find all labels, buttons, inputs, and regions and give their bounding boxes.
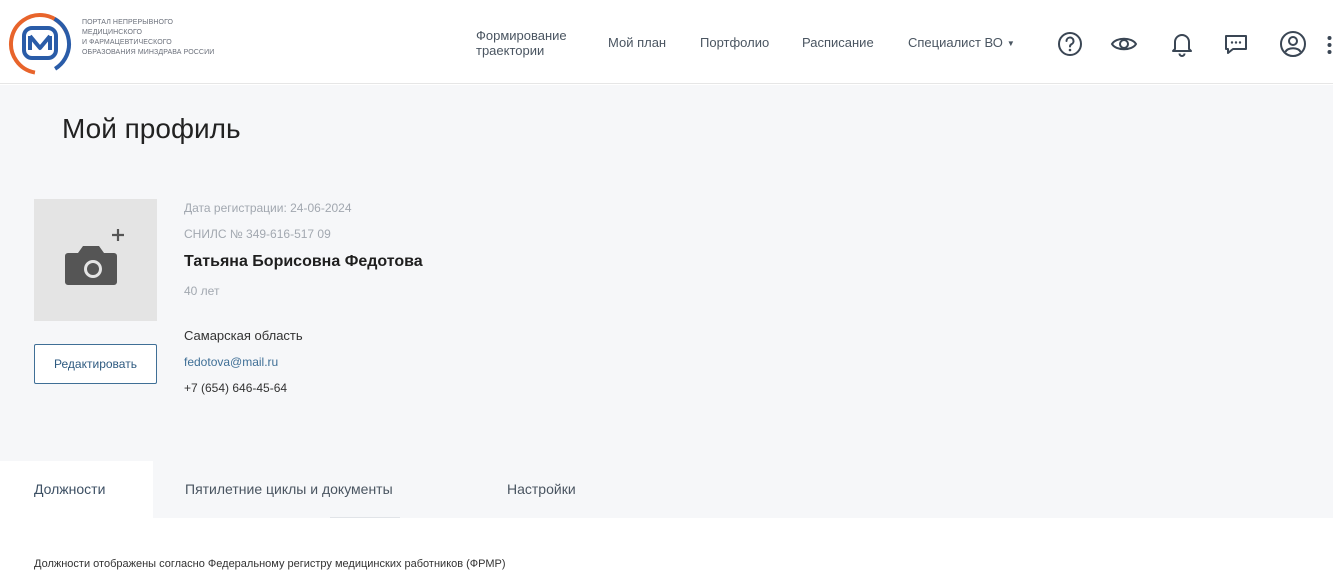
edit-profile-button[interactable]: Редактировать (34, 344, 157, 384)
user-icon[interactable] (1279, 30, 1307, 58)
nav-trajectory[interactable]: Формирование траектории (476, 28, 596, 58)
user-age: 40 лет (184, 284, 220, 298)
nav-portfolio[interactable]: Портфолио (700, 35, 769, 50)
user-region: Самарская область (184, 328, 303, 343)
profile-section: Мой профиль Редактировать Дата регистрац… (0, 85, 1333, 461)
user-email[interactable]: fedotova@mail.ru (184, 355, 278, 369)
logo-line: ОБРАЗОВАНИЯ МИНЗДРАВА РОССИИ (82, 49, 215, 56)
nav-schedule[interactable]: Расписание (802, 35, 874, 50)
caret-down-icon: ▼ (1006, 39, 1015, 49)
tab-divider (330, 517, 400, 518)
nav-my-plan[interactable]: Мой план (608, 35, 666, 50)
snils-number: СНИЛС № 349-616-517 09 (184, 227, 331, 241)
logo-caption: ПОРТАЛ НЕПРЕРЫВНОГО МЕДИЦИНСКОГО И ФАРМА… (82, 18, 214, 58)
user-full-name: Татьяна Борисовна Федотова (184, 253, 423, 270)
page-title: Мой профиль (62, 113, 241, 144)
tab-settings[interactable]: Настройки (507, 461, 576, 518)
profile-tabs: Должности Пятилетние циклы и документы Н… (0, 461, 1333, 518)
logo-line: И ФАРМАЦЕВТИЧЕСКОГО (82, 39, 172, 46)
top-header: ПОРТАЛ НЕПРЕРЫВНОГО МЕДИЦИНСКОГО И ФАРМА… (0, 0, 1333, 84)
user-phone: +7 (654) 646-45-64 (184, 381, 288, 395)
positions-note: Должности отображены согласно Федерально… (34, 558, 506, 570)
eye-icon[interactable] (1110, 30, 1138, 58)
nav-specialist-dropdown[interactable]: Специалист ВО ▼ (908, 35, 1015, 51)
avatar-upload[interactable] (34, 199, 157, 321)
logo-line: МЕДИЦИНСКОГО (82, 29, 143, 36)
logo-line: ПОРТАЛ НЕПРЕРЫВНОГО (82, 19, 174, 26)
nav-specialist-label: Специалист ВО (908, 35, 1003, 50)
bell-icon[interactable] (1168, 30, 1196, 58)
chat-icon[interactable] (1222, 30, 1250, 58)
help-icon[interactable] (1056, 30, 1084, 58)
portal-logo-icon[interactable] (8, 12, 72, 76)
tab-five-year-cycles[interactable]: Пятилетние циклы и документы (185, 461, 393, 518)
more-vertical-icon[interactable] (1326, 34, 1333, 56)
registration-date: Дата регистрации: 24-06-2024 (184, 201, 352, 215)
camera-plus-icon (65, 229, 124, 285)
tab-positions[interactable]: Должности (0, 461, 153, 518)
